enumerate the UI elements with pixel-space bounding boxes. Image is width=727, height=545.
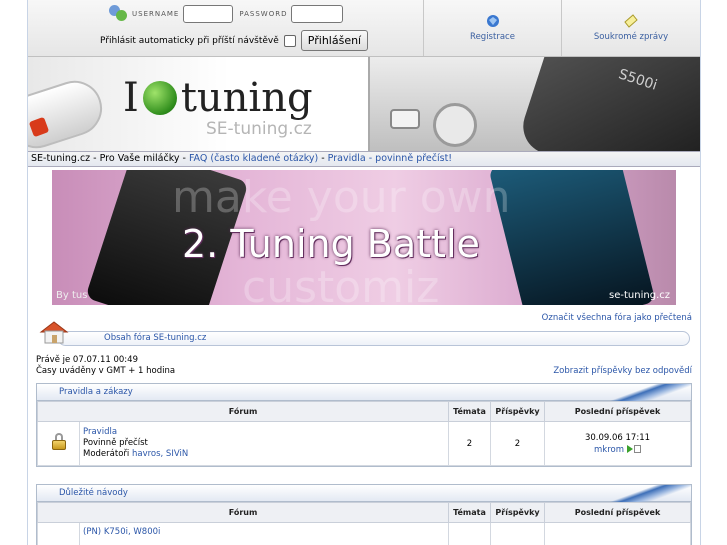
- category-title-link[interactable]: Důležité návody: [59, 488, 128, 498]
- posts-count: [490, 522, 545, 545]
- forum-table: Fórum Témata Příspěvky Poslední příspěve…: [37, 401, 691, 466]
- logo-word: tuning: [180, 75, 313, 121]
- header-swoosh-graphic: [601, 384, 691, 401]
- private-messages-link[interactable]: Soukromé zprávy: [562, 0, 700, 56]
- left-margin: [0, 0, 28, 545]
- dark-phone-graphic: [516, 57, 700, 151]
- breadcrumb-home-link[interactable]: Obsah fóra SE-tuning.cz: [104, 333, 206, 343]
- register-label: Registrace: [470, 32, 515, 42]
- site-name: SE-tuning.cz: [31, 153, 91, 164]
- forum-description: Povinně přečíst: [83, 438, 148, 448]
- autologin-label: Přihlásit automaticky při příští návštěv…: [100, 35, 279, 46]
- site-logo: I tuning: [123, 75, 313, 121]
- nav-separator: -: [90, 153, 100, 164]
- header-banner[interactable]: I tuning SE-tuning.cz S500i: [28, 57, 700, 151]
- table-header-row: Fórum Témata Příspěvky Poslední příspěve…: [37, 401, 691, 422]
- banner-author: By tus: [56, 290, 88, 301]
- last-post-user-link[interactable]: mkrom: [594, 445, 624, 455]
- logo-letter: I: [123, 75, 139, 121]
- forum-index: Označit všechna fóra jako přečtená Obsah…: [36, 313, 692, 545]
- column-topics: Témata: [448, 401, 491, 422]
- current-time: Právě je 07.07.11 00:49: [36, 355, 138, 365]
- category-header: Pravidla a zákazy: [37, 384, 691, 401]
- column-posts: Příspěvky: [490, 502, 545, 523]
- last-post-cell: 30.09.06 17:11 mkrom: [544, 421, 691, 466]
- goto-last-post-icon[interactable]: [627, 445, 633, 453]
- forum-name-link[interactable]: Pravidla: [83, 427, 117, 437]
- table-row: Pravidla Povinně přečíst Moderátoři havr…: [37, 421, 691, 466]
- right-margin: [700, 0, 727, 545]
- column-forum: Fórum: [37, 401, 449, 422]
- posts-count: 2: [490, 421, 545, 466]
- forum-name-cell: Pravidla Povinně přečíst Moderátoři havr…: [79, 421, 449, 466]
- users-icon: [108, 5, 128, 23]
- rules-link[interactable]: Pravidla - povinně přečíst!: [328, 153, 452, 164]
- forum-meta: Právě je 07.07.11 00:49 Časy uváděny v G…: [36, 355, 692, 377]
- banner-ghost-text: make your own: [172, 172, 511, 223]
- home-icon: [39, 321, 69, 344]
- column-last-post: Poslední příspěvek: [544, 401, 691, 422]
- envelope-icon: [624, 14, 638, 28]
- mark-all-read-link[interactable]: Označit všechna fóra jako přečtená: [542, 313, 692, 323]
- sony-ericsson-logo-icon: [142, 81, 177, 115]
- messages-label: Soukromé zprávy: [593, 32, 669, 42]
- category-block: Pravidla a zákazy Fórum Témata Příspěvky…: [36, 383, 692, 467]
- autologin-checkbox[interactable]: [283, 34, 296, 47]
- post-icon: [634, 445, 641, 453]
- register-icon: [486, 15, 499, 27]
- breadcrumb: Obsah fóra SE-tuning.cz: [36, 321, 692, 349]
- column-topics: Témata: [448, 502, 491, 523]
- username-input[interactable]: [183, 5, 234, 23]
- table-header-row: Fórum Témata Příspěvky Poslední příspěve…: [37, 502, 691, 523]
- forum-status-cell: [37, 421, 80, 466]
- column-posts: Příspěvky: [490, 401, 545, 422]
- page: USERNAME PASSWORD Přihlásit automaticky …: [0, 0, 727, 545]
- phone-dpad-graphic: [433, 103, 477, 147]
- main-container: USERNAME PASSWORD Přihlásit automaticky …: [28, 0, 700, 545]
- table-row: (PN) K750i, W800i: [37, 522, 691, 545]
- faq-link[interactable]: FAQ (často kladené otázky): [189, 153, 318, 164]
- last-post-cell: [544, 522, 691, 545]
- username-label: USERNAME: [132, 10, 180, 18]
- password-input[interactable]: [291, 5, 344, 23]
- forum-table: Fórum Témata Příspěvky Poslední příspěve…: [37, 502, 691, 545]
- phone-graphic: [28, 73, 110, 151]
- tuning-battle-banner[interactable]: make your own customiz 2. Tuning Battle …: [52, 170, 676, 305]
- locked-folder-icon: [51, 433, 67, 451]
- site-nav: SE-tuning.cz - Pro Vaše miláčky - FAQ (č…: [28, 151, 700, 167]
- site-slogan: Pro Vaše miláčky: [99, 153, 180, 164]
- top-bar: USERNAME PASSWORD Přihlásit automaticky …: [28, 0, 700, 57]
- category-header: Důležité návody: [37, 485, 691, 502]
- topics-count: 2: [448, 421, 491, 466]
- phone-softkey-graphic: [390, 109, 420, 129]
- unanswered-posts-link[interactable]: Zobrazit příspěvky bez odpovědí: [553, 366, 692, 377]
- banner-ghost-text: customiz: [242, 262, 440, 305]
- password-label: PASSWORD: [239, 10, 288, 18]
- column-forum: Fórum: [37, 502, 449, 523]
- login-panel: USERNAME PASSWORD Přihlásit automaticky …: [28, 0, 424, 56]
- header-swoosh-graphic: [601, 485, 691, 502]
- forum-name-cell: (PN) K750i, W800i: [79, 522, 449, 545]
- register-link[interactable]: Registrace: [424, 0, 562, 56]
- login-button[interactable]: Přihlášení: [300, 30, 369, 51]
- category-title-link[interactable]: Pravidla a zákazy: [59, 387, 133, 397]
- moderators-link[interactable]: havros, SIViN: [132, 449, 188, 459]
- battle-title: 2. Tuning Battle: [182, 222, 480, 266]
- forum-name-link[interactable]: (PN) K750i, W800i: [83, 527, 160, 537]
- moderators-label: Moderátoři: [83, 449, 130, 459]
- column-last-post: Poslední příspěvek: [544, 502, 691, 523]
- nav-separator: -: [318, 153, 328, 164]
- forum-status-cell: [37, 522, 80, 545]
- last-post-date: 30.09.06 17:11: [584, 432, 651, 443]
- topics-count: [448, 522, 491, 545]
- nav-separator: -: [179, 153, 189, 164]
- phone-graphic-right: [488, 170, 656, 305]
- category-block: Důležité návody Fórum Témata Příspěvky P…: [36, 484, 692, 545]
- logo-subtitle: SE-tuning.cz: [206, 119, 312, 139]
- banner-watermark: se-tuning.cz: [609, 290, 670, 301]
